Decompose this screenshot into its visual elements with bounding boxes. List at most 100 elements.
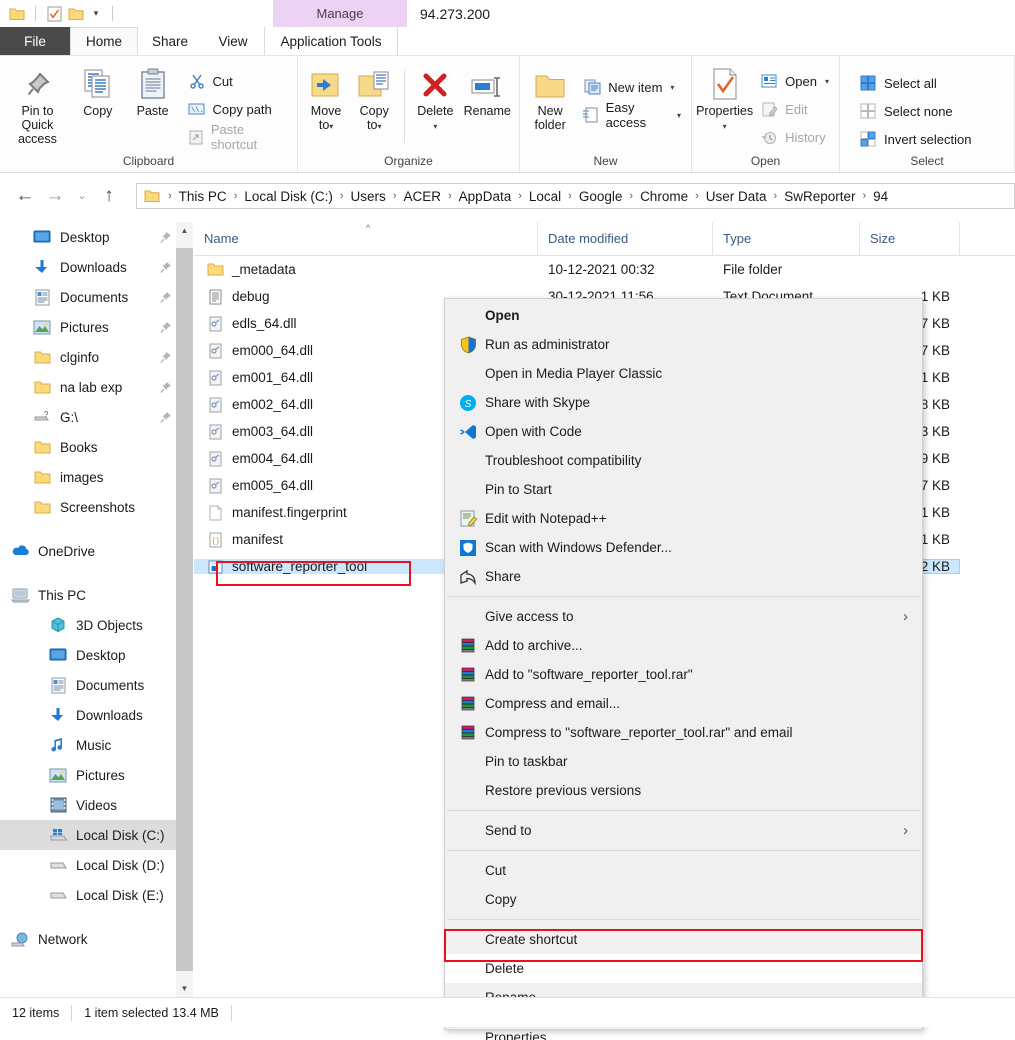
tab-share[interactable]: Share — [138, 27, 202, 55]
scrollbar-thumb[interactable] — [176, 248, 193, 971]
move-to-caret-icon[interactable]: ▾ — [329, 122, 333, 131]
pin-icon[interactable] — [154, 381, 176, 394]
new-folder-button[interactable]: Newfolder — [524, 60, 576, 132]
copy-button[interactable]: Copy — [71, 60, 125, 118]
column-header-size[interactable]: Size — [860, 222, 960, 256]
scroll-up-icon[interactable]: ▲ — [176, 222, 193, 239]
context-menu-item-send-to[interactable]: Send to › — [445, 816, 922, 845]
nav-item-na-lab-exp[interactable]: na lab exp — [0, 372, 176, 402]
paste-button[interactable]: Paste — [125, 60, 181, 118]
tab-home[interactable]: Home — [70, 27, 138, 55]
paste-shortcut-button[interactable]: Paste shortcut — [181, 124, 294, 150]
breadcrumb-appdata[interactable]: AppData — [457, 189, 514, 204]
delete-caret-icon[interactable]: ▾ — [433, 122, 437, 131]
back-button[interactable]: ← — [10, 181, 40, 211]
nav-item-pictures[interactable]: Pictures — [0, 312, 176, 342]
easy-access-caret-icon[interactable]: ▾ — [677, 111, 681, 120]
properties-caret-icon[interactable]: ▾ — [723, 122, 727, 131]
qat-folder-icon[interactable] — [6, 3, 28, 25]
forward-button[interactable]: → — [40, 181, 70, 211]
breadcrumb-local[interactable]: Local — [527, 189, 563, 204]
breadcrumb-94[interactable]: 94 — [871, 189, 890, 204]
breadcrumb-local-disk-c[interactable]: Local Disk (C:) — [242, 189, 335, 204]
context-menu-item-compress-to-rar-and-email[interactable]: Compress to "software_reporter_tool.rar"… — [445, 718, 922, 747]
edit-button[interactable]: Edit — [753, 96, 835, 122]
copy-path-button[interactable]: \\.. Copy path — [181, 96, 294, 122]
nav-item-desktop[interactable]: Desktop — [0, 222, 176, 252]
properties-button[interactable]: Properties▾ — [696, 60, 753, 132]
nav-item-pc-downloads[interactable]: Downloads — [0, 700, 176, 730]
nav-item-screenshots[interactable]: Screenshots — [0, 492, 176, 522]
context-menu-item-share-with-skype[interactable]: S Share with Skype — [445, 388, 922, 417]
address-breadcrumb-field[interactable]: › This PC › Local Disk (C:) › Users › AC… — [136, 183, 1015, 209]
nav-item-books[interactable]: Books — [0, 432, 176, 462]
pin-icon[interactable] — [154, 351, 176, 364]
manage-contextual-tab[interactable]: Manage — [273, 0, 407, 27]
context-menu-item-create-shortcut[interactable]: Create shortcut — [445, 925, 922, 954]
context-menu-item-edit-with-notepadpp[interactable]: Edit with Notepad++ — [445, 504, 922, 533]
nav-item-pc-documents[interactable]: Documents — [0, 670, 176, 700]
context-menu-item-share[interactable]: Share — [445, 562, 922, 591]
context-menu-item-copy[interactable]: Copy — [445, 885, 922, 914]
rename-button[interactable]: Rename — [459, 60, 515, 118]
context-menu-item-cut[interactable]: Cut — [445, 856, 922, 885]
pin-icon[interactable] — [154, 411, 176, 424]
context-menu-item-restore-previous-versions[interactable]: Restore previous versions — [445, 776, 922, 805]
pin-icon[interactable] — [154, 321, 176, 334]
qat-dropdown-icon[interactable]: ▾ — [87, 3, 105, 25]
breadcrumb-acer[interactable]: ACER — [401, 189, 443, 204]
context-menu-item-add-to-rar[interactable]: Add to "software_reporter_tool.rar" — [445, 660, 922, 689]
nav-item-downloads[interactable]: Downloads — [0, 252, 176, 282]
context-menu-item-troubleshoot-compatibility[interactable]: Troubleshoot compatibility — [445, 446, 922, 475]
nav-item-this-pc[interactable]: This PC — [0, 580, 176, 610]
context-menu-item-scan-with-windows-defender[interactable]: Scan with Windows Defender... — [445, 533, 922, 562]
select-all-button[interactable]: Select all — [852, 70, 977, 96]
copy-to-button[interactable]: Copyto▾ — [350, 60, 398, 132]
nav-item-documents[interactable]: Documents — [0, 282, 176, 312]
context-menu-item-compress-and-email[interactable]: Compress and email... — [445, 689, 922, 718]
breadcrumb-user-data[interactable]: User Data — [704, 189, 769, 204]
nav-item-pc-desktop[interactable]: Desktop — [0, 640, 176, 670]
context-menu-item-open-in-media-player-classic[interactable]: Open in Media Player Classic — [445, 359, 922, 388]
column-header-type[interactable]: Type — [713, 222, 860, 256]
nav-item-local-disk-c[interactable]: Local Disk (C:) — [0, 820, 176, 850]
nav-item-local-disk-e[interactable]: Local Disk (E:) — [0, 880, 176, 910]
recent-locations-button[interactable]: ⌄ — [70, 181, 94, 211]
context-menu-item-pin-to-start[interactable]: Pin to Start — [445, 475, 922, 504]
breadcrumb-this-pc[interactable]: This PC — [177, 189, 229, 204]
pin-icon[interactable] — [154, 291, 176, 304]
nav-item-clginfo[interactable]: clginfo — [0, 342, 176, 372]
context-menu-item-open-with-code[interactable]: Open with Code — [445, 417, 922, 446]
nav-item-images[interactable]: images — [0, 462, 176, 492]
select-none-button[interactable]: Select none — [852, 98, 977, 124]
open-caret-icon[interactable]: ▾ — [825, 77, 829, 86]
context-menu-item-add-to-archive[interactable]: Add to archive... — [445, 631, 922, 660]
nav-item-videos[interactable]: Videos — [0, 790, 176, 820]
nav-pane-scrollbar[interactable]: ▲ ▼ — [176, 222, 193, 997]
column-header-name[interactable]: Name ^ — [194, 222, 538, 256]
tab-application-tools[interactable]: Application Tools — [264, 27, 398, 55]
nav-item-3d-objects[interactable]: 3D Objects — [0, 610, 176, 640]
nav-item-local-disk-d[interactable]: Local Disk (D:) — [0, 850, 176, 880]
qat-properties-check-icon[interactable] — [43, 3, 65, 25]
context-menu-item-run-as-administrator[interactable]: Run as administrator — [445, 330, 922, 359]
breadcrumb-users[interactable]: Users — [349, 189, 388, 204]
nav-item-network[interactable]: Network — [0, 924, 176, 954]
new-item-button[interactable]: New item ▾ — [576, 74, 687, 100]
breadcrumb-google[interactable]: Google — [577, 189, 625, 204]
open-button[interactable]: Open ▾ — [753, 68, 835, 94]
history-button[interactable]: History — [753, 124, 835, 150]
tab-view[interactable]: View — [202, 27, 264, 55]
context-menu-item-open[interactable]: Open — [445, 301, 922, 330]
breadcrumb-swreporter[interactable]: SwReporter — [782, 189, 857, 204]
tab-file[interactable]: File — [0, 27, 70, 55]
pin-icon[interactable] — [154, 231, 176, 244]
nav-item-music[interactable]: Music — [0, 730, 176, 760]
context-menu-item-delete[interactable]: Delete — [445, 954, 922, 983]
cut-button[interactable]: Cut — [181, 68, 294, 94]
column-header-date-modified[interactable]: Date modified — [538, 222, 713, 256]
table-row[interactable]: _metadata 10-12-2021 00:32 File folder — [194, 256, 1015, 283]
nav-item-onedrive[interactable]: OneDrive — [0, 536, 176, 566]
new-item-caret-icon[interactable]: ▾ — [670, 83, 674, 92]
context-menu-item-pin-to-taskbar[interactable]: Pin to taskbar — [445, 747, 922, 776]
